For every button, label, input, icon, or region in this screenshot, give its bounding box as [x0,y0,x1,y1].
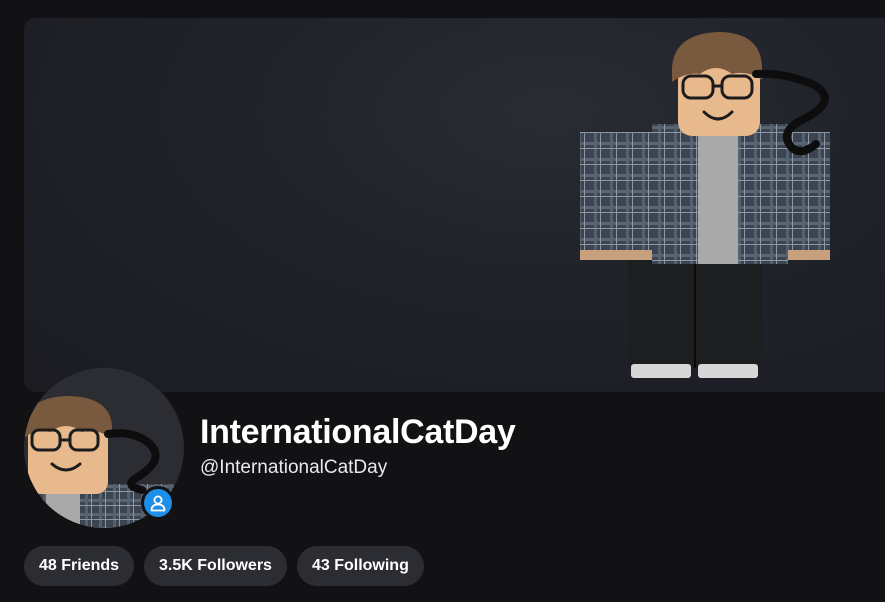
person-icon [150,495,166,512]
friends-count-button[interactable]: 48 Friends [24,546,135,586]
followers-count-button[interactable]: 3.5K Followers [144,546,287,586]
username: @InternationalCatDay [200,457,388,478]
profile-page: InternationalCatDay @InternationalCatDay… [0,0,885,602]
avatar-banner [24,18,885,392]
presence-badge [141,486,175,520]
display-name: InternationalCatDay [200,413,516,451]
following-count-button[interactable]: 43 Following [296,546,424,586]
profile-stats: 48 Friends 3.5K Followers 43 Following [24,546,424,586]
avatar-full-body-image [580,32,830,378]
